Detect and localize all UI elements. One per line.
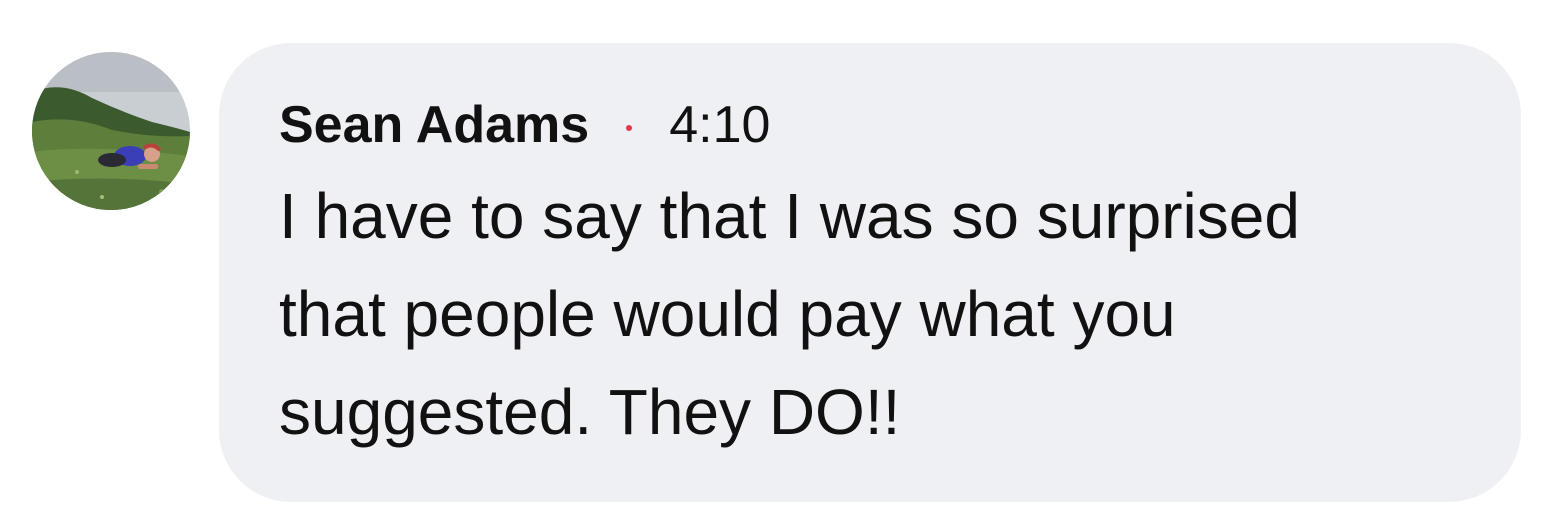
separator-dot-icon <box>626 125 633 131</box>
comment-text: I have to say that I was so surprised th… <box>279 180 1300 448</box>
avatar[interactable] <box>32 52 190 210</box>
comment-meta: Sean Adams 4:10 <box>279 89 1481 161</box>
comment: Sean Adams 4:10 I have to say that I was… <box>0 0 1568 513</box>
comment-bubble: Sean Adams 4:10 I have to say that I was… <box>219 43 1521 502</box>
author-name[interactable]: Sean Adams <box>279 95 589 155</box>
timestamp[interactable]: 4:10 <box>669 95 770 155</box>
profile-photo-avatar-icon <box>32 52 190 210</box>
